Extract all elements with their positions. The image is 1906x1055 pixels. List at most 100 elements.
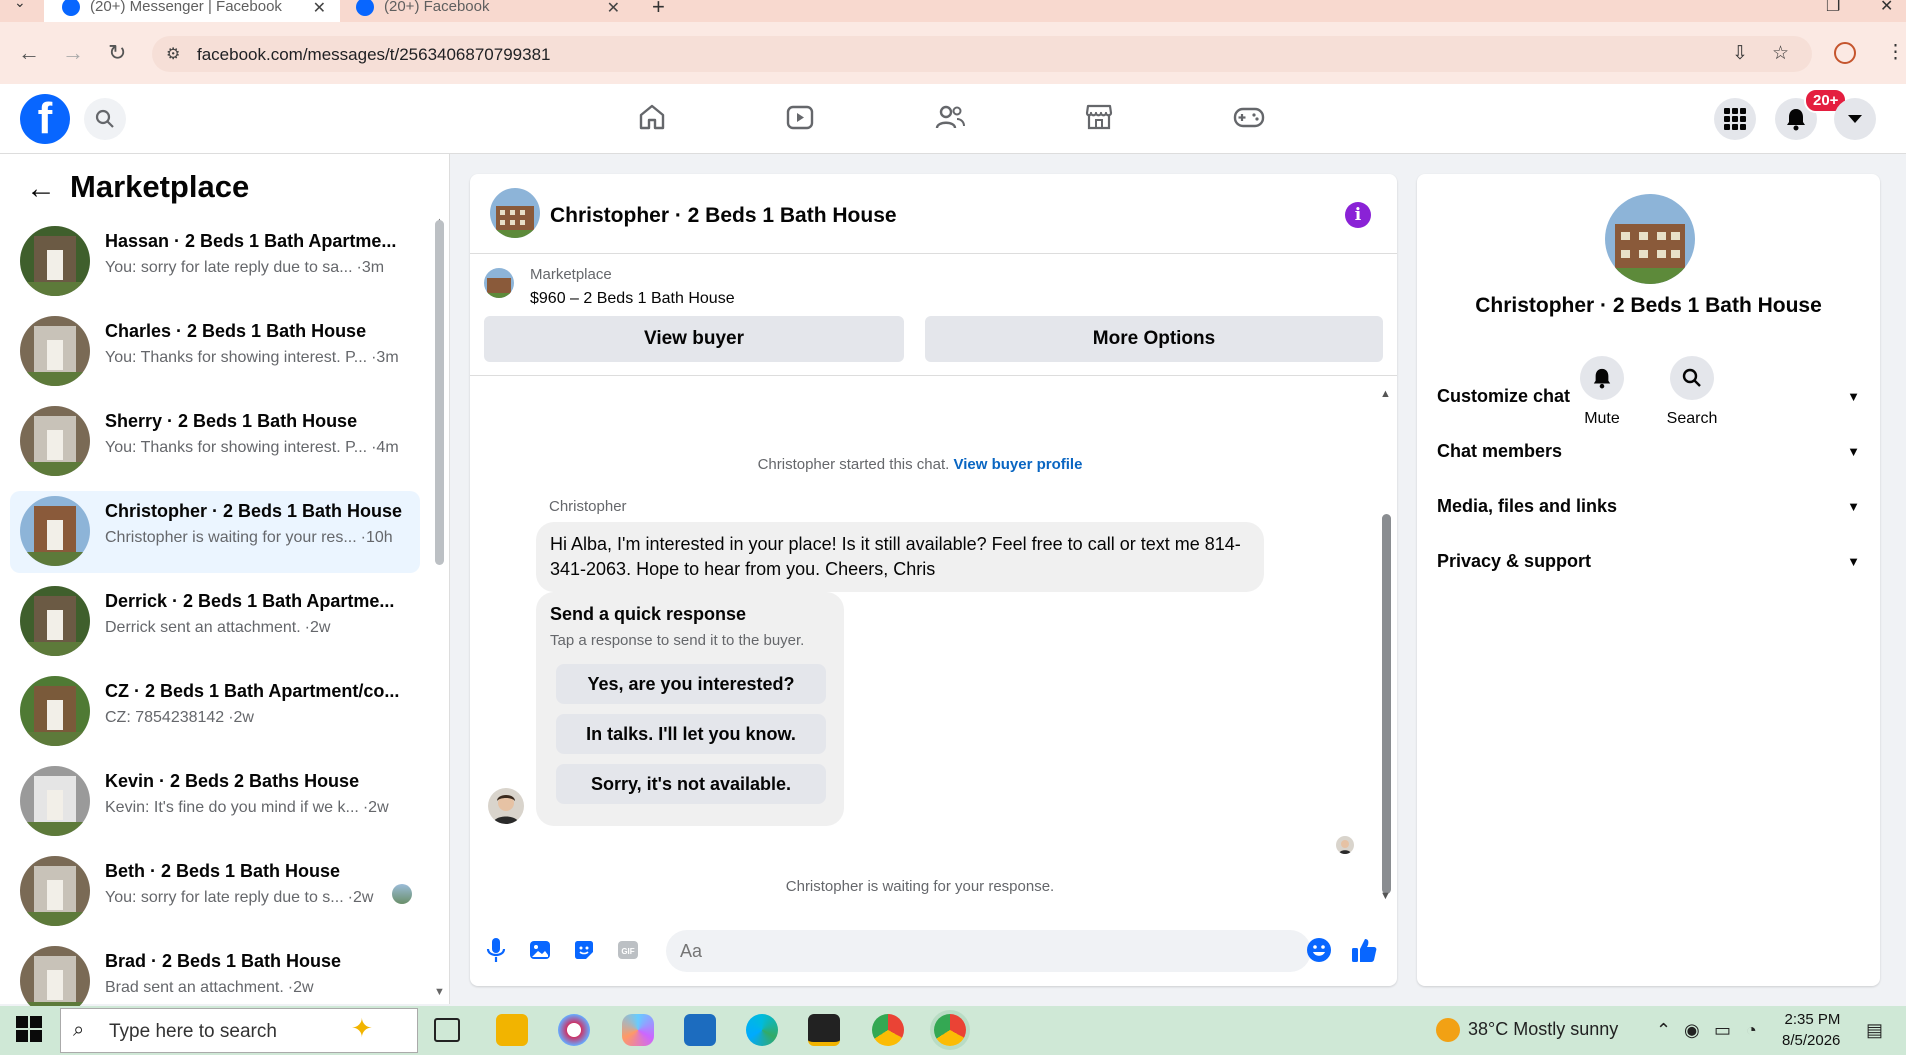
browser-tab-facebook[interactable]: (20+) Facebook ✕ bbox=[344, 0, 634, 22]
profile-avatar[interactable] bbox=[1605, 194, 1695, 284]
search-button[interactable] bbox=[84, 98, 126, 140]
view-buyer-profile-link[interactable]: View buyer profile bbox=[954, 456, 1083, 473]
conversation-item[interactable]: CZ · 2 Beds 1 Bath Apartment/co... CZ: 78… bbox=[10, 671, 420, 753]
conversation-item[interactable]: Charles · 2 Beds 1 Bath House You: Thanks… bbox=[10, 311, 420, 393]
conversation-thumbnail bbox=[20, 316, 90, 386]
scroll-down-arrow-icon[interactable]: ▼ bbox=[434, 986, 445, 998]
quick-response-option[interactable]: Sorry, it's not available. bbox=[556, 764, 826, 804]
home-nav-icon[interactable] bbox=[634, 99, 670, 135]
info-icon[interactable]: i bbox=[1345, 202, 1371, 228]
conversation-thumbnail bbox=[20, 856, 90, 926]
windows-start-icon[interactable] bbox=[16, 1016, 42, 1047]
conversation-item[interactable]: Christopher · 2 Beds 1 Bath House Christo… bbox=[10, 491, 420, 573]
install-app-icon[interactable]: ⇩ bbox=[1732, 42, 1748, 65]
conversation-item[interactable]: Sherry · 2 Beds 1 Bath House You: Thanks … bbox=[10, 401, 420, 483]
back-arrow-icon[interactable]: ← bbox=[26, 172, 56, 206]
site-info-icon[interactable]: ⚙ bbox=[166, 44, 180, 64]
conversation-item[interactable]: Beth · 2 Beds 1 Bath House You: sorry for… bbox=[10, 851, 420, 933]
task-view-icon[interactable] bbox=[434, 1018, 460, 1042]
wifi-icon[interactable]: ◔ bbox=[1746, 1020, 1757, 1041]
clock-date: 8/5/2026 bbox=[1782, 1032, 1841, 1049]
url-text[interactable]: facebook.com/messages/t/2563406870799381 bbox=[197, 45, 550, 65]
copilot-icon[interactable] bbox=[622, 1014, 654, 1046]
sender-avatar[interactable] bbox=[488, 788, 524, 824]
thumbs-up-icon[interactable] bbox=[1350, 936, 1378, 964]
section-chat-members[interactable]: Chat members ▼ bbox=[1437, 431, 1860, 471]
section-privacy-support[interactable]: Privacy & support ▼ bbox=[1437, 541, 1860, 581]
close-window-icon[interactable]: ✕ bbox=[1880, 0, 1893, 16]
bookmark-star-icon[interactable]: ☆ bbox=[1772, 42, 1789, 65]
more-options-button[interactable]: More Options bbox=[925, 316, 1383, 362]
clock-time: 2:35 PM bbox=[1784, 1011, 1841, 1028]
conversation-time: ·2w bbox=[362, 799, 389, 816]
taskbar-search-placeholder: Type here to search bbox=[109, 1021, 277, 1042]
gif-icon[interactable]: GIF bbox=[614, 936, 642, 964]
browser-menu-icon[interactable]: ⋮ bbox=[1886, 41, 1905, 64]
emoji-icon[interactable] bbox=[1305, 936, 1333, 964]
sticky-notes-icon[interactable] bbox=[808, 1014, 840, 1046]
quick-response-option[interactable]: In talks. I'll let you know. bbox=[556, 714, 826, 754]
incoming-message[interactable]: Hi Alba, I'm interested in your place! I… bbox=[536, 522, 1264, 592]
new-tab-icon[interactable]: + bbox=[652, 0, 665, 20]
view-buyer-button[interactable]: View buyer bbox=[484, 316, 904, 362]
taskbar-clock[interactable]: 2:35 PM 8/5/2026 bbox=[1782, 1009, 1840, 1051]
chevron-down-icon: ▼ bbox=[1847, 443, 1860, 459]
restore-window-icon[interactable]: ❐ bbox=[1826, 0, 1840, 16]
notification-center-icon[interactable]: ▤ bbox=[1866, 1020, 1883, 1041]
chrome-active-icon[interactable] bbox=[934, 1014, 966, 1046]
profile-icon[interactable] bbox=[1834, 42, 1856, 64]
friends-nav-icon[interactable] bbox=[932, 99, 968, 135]
menu-grid-button[interactable] bbox=[1714, 98, 1756, 140]
conversation-time: ·4m bbox=[371, 439, 399, 456]
conversation-time: ·10h bbox=[360, 529, 393, 546]
listing-thumbnail[interactable] bbox=[484, 268, 514, 298]
back-icon[interactable]: ← bbox=[18, 40, 40, 66]
tray-chevron-up-icon[interactable]: ⌃ bbox=[1656, 1020, 1671, 1041]
conversation-name: Derrick · 2 Beds 1 Bath Apartme... bbox=[105, 591, 395, 611]
meet-icon[interactable]: ▭ bbox=[1714, 1020, 1731, 1041]
chat-avatar[interactable] bbox=[490, 188, 540, 238]
listing-price[interactable]: $960 – 2 Beds 1 Bath House bbox=[530, 290, 735, 308]
video-nav-icon[interactable] bbox=[782, 99, 818, 135]
chat-title: Christopher · 2 Beds 1 Bath House bbox=[550, 204, 897, 227]
tab-search-chevron-icon[interactable]: ⌄ bbox=[14, 0, 26, 11]
scroll-up-arrow-icon[interactable]: ▲ bbox=[1380, 388, 1391, 400]
section-customize-chat[interactable]: Customize chat ▼ bbox=[1437, 376, 1860, 416]
conversation-thumbnail bbox=[20, 226, 90, 296]
section-media-files-links[interactable]: Media, files and links ▼ bbox=[1437, 486, 1860, 526]
record-icon[interactable]: ◉ bbox=[1684, 1020, 1700, 1041]
gaming-nav-icon[interactable] bbox=[1231, 99, 1267, 135]
close-tab-icon[interactable]: ✕ bbox=[313, 0, 326, 18]
read-receipt-avatar bbox=[392, 884, 412, 904]
edge-icon[interactable] bbox=[746, 1014, 778, 1046]
photo-icon[interactable] bbox=[526, 936, 554, 964]
chat-started-notice: Christopher started this chat. View buye… bbox=[470, 456, 1370, 473]
quick-response-subtitle: Tap a response to send it to the buyer. bbox=[550, 632, 805, 649]
file-explorer-icon[interactable] bbox=[496, 1014, 528, 1046]
facebook-logo-icon[interactable]: f bbox=[20, 94, 70, 144]
sidebar-scrollbar[interactable] bbox=[435, 220, 444, 565]
taskbar-search-box[interactable]: ⌕ Type here to search ✦ bbox=[60, 1008, 418, 1053]
chrome-icon[interactable] bbox=[872, 1014, 904, 1046]
conversation-item[interactable]: Derrick · 2 Beds 1 Bath Apartme... Derric… bbox=[10, 581, 420, 663]
outlook-icon[interactable] bbox=[684, 1014, 716, 1046]
microphone-icon[interactable] bbox=[482, 936, 510, 964]
conversation-preview-row: You: Thanks for showing interest. P... ·4… bbox=[105, 439, 399, 457]
scroll-down-arrow-icon[interactable]: ▼ bbox=[1380, 890, 1391, 902]
sticker-icon[interactable] bbox=[570, 936, 598, 964]
account-menu-button[interactable] bbox=[1834, 98, 1876, 140]
forward-icon[interactable]: → bbox=[62, 40, 84, 66]
conversation-name: Brad · 2 Beds 1 Bath House bbox=[105, 951, 342, 971]
conversation-item[interactable]: Hassan · 2 Beds 1 Bath Apartme... You: so… bbox=[10, 221, 420, 303]
conversation-thumbnail bbox=[20, 766, 90, 836]
message-input[interactable] bbox=[666, 930, 1311, 972]
weather-widget[interactable]: 38°C Mostly sunny bbox=[1436, 1018, 1618, 1042]
snipping-tool-icon[interactable] bbox=[558, 1014, 590, 1046]
reload-icon[interactable]: ↻ bbox=[108, 40, 126, 66]
close-tab-icon[interactable]: ✕ bbox=[607, 0, 620, 18]
chat-scrollbar[interactable] bbox=[1382, 514, 1391, 894]
conversation-item[interactable]: Kevin · 2 Beds 2 Baths House Kevin: It's … bbox=[10, 761, 420, 843]
quick-response-option[interactable]: Yes, are you interested? bbox=[556, 664, 826, 704]
marketplace-nav-icon[interactable] bbox=[1081, 99, 1117, 135]
browser-tab-messenger[interactable]: (20+) Messenger | Facebook ✕ bbox=[44, 0, 340, 22]
